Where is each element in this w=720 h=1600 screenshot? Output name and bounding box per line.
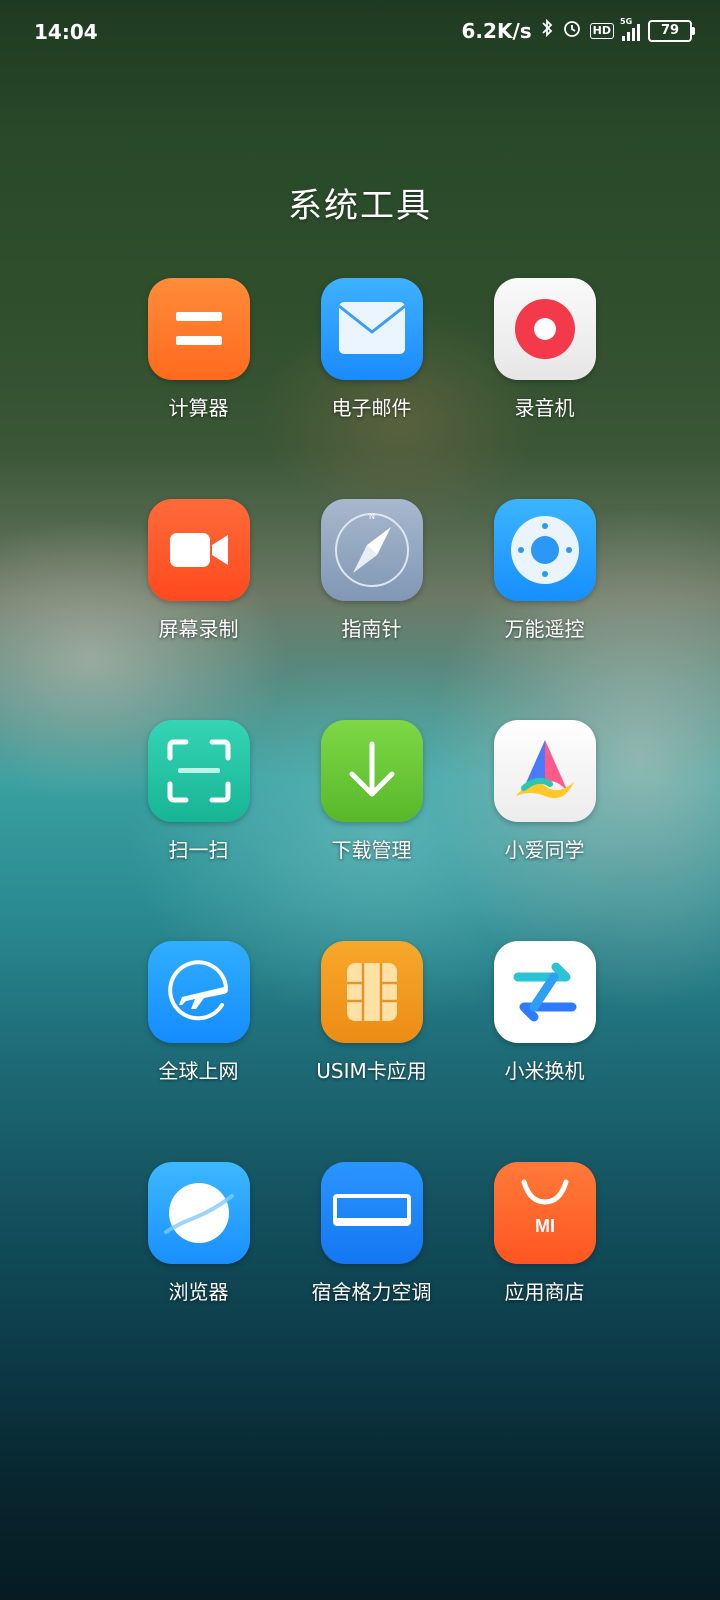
- status-bar: 14:04 6.2K/s HD 5G 79: [0, 0, 720, 64]
- app-grid: 计算器 电子邮件 录音机 屏幕录制 N 指南针 万能遥控 扫一扫 下载管理 小爱…: [112, 278, 632, 1383]
- app-label: 宿舍格力空调: [311, 1280, 432, 1304]
- mi-mover-icon: [493, 941, 596, 1043]
- alarm-icon: [562, 18, 582, 43]
- app-label: 小米换机: [504, 1059, 585, 1083]
- sim-card-icon: [320, 941, 423, 1043]
- mi-logo-text: MI: [535, 1216, 555, 1236]
- app-store-icon: MI: [493, 1162, 596, 1264]
- app-label: 下载管理: [331, 838, 412, 862]
- app-air-conditioner[interactable]: 宿舍格力空调: [285, 1162, 458, 1383]
- download-icon: [320, 720, 423, 822]
- app-xiaoai[interactable]: 小爱同学: [458, 720, 631, 941]
- app-browser[interactable]: 浏览器: [112, 1162, 285, 1383]
- folder-title[interactable]: 系统工具: [0, 178, 720, 227]
- browser-icon: [147, 1162, 250, 1264]
- app-store[interactable]: MI 应用商店: [458, 1162, 631, 1383]
- compass-icon: N: [320, 499, 423, 601]
- app-usim[interactable]: USIM卡应用: [285, 941, 458, 1162]
- app-label: 应用商店: [504, 1280, 585, 1304]
- app-calculator[interactable]: 计算器: [112, 278, 285, 499]
- air-conditioner-icon: [320, 1162, 423, 1264]
- cellular-signal-icon: 5G: [620, 17, 640, 41]
- scanner-icon: [147, 720, 250, 822]
- app-email[interactable]: 电子邮件: [285, 278, 458, 499]
- app-label: 万能遥控: [504, 617, 585, 641]
- app-label: USIM卡应用: [316, 1059, 427, 1083]
- app-label: 屏幕录制: [158, 617, 239, 641]
- network-type-label: 5G: [620, 16, 633, 26]
- app-label: 浏览器: [168, 1280, 229, 1304]
- xiaoai-icon: [493, 720, 596, 822]
- status-indicators: 6.2K/s HD 5G 79: [461, 17, 695, 43]
- remote-control-icon: [493, 499, 596, 601]
- app-screen-record[interactable]: 屏幕录制: [112, 499, 285, 720]
- app-mi-mover[interactable]: 小米换机: [458, 941, 631, 1162]
- hd-voice-icon: HD: [589, 22, 614, 39]
- app-global-data[interactable]: 全球上网: [112, 941, 285, 1162]
- app-remote-control[interactable]: 万能遥控: [458, 499, 631, 720]
- svg-text:N: N: [369, 512, 375, 521]
- app-label: 扫一扫: [168, 838, 229, 862]
- recorder-icon: [493, 278, 596, 380]
- status-time: 14:04: [34, 20, 98, 44]
- bluetooth-icon: [540, 18, 554, 43]
- calculator-icon: [147, 278, 250, 380]
- battery-level: 79: [660, 22, 680, 38]
- global-data-icon: [147, 941, 250, 1043]
- battery-icon: 79: [648, 19, 695, 42]
- app-label: 电子邮件: [331, 396, 412, 420]
- app-label: 小爱同学: [504, 838, 585, 862]
- app-recorder[interactable]: 录音机: [458, 278, 631, 499]
- app-compass[interactable]: N 指南针: [285, 499, 458, 720]
- app-label: 指南针: [341, 617, 402, 641]
- app-label: 录音机: [514, 396, 575, 420]
- app-label: 全球上网: [158, 1059, 239, 1083]
- app-download-manager[interactable]: 下载管理: [285, 720, 458, 941]
- network-speed: 6.2K/s: [461, 18, 532, 43]
- app-scanner[interactable]: 扫一扫: [112, 720, 285, 941]
- mail-icon: [320, 278, 423, 380]
- app-label: 计算器: [168, 396, 229, 420]
- screen-record-icon: [147, 499, 250, 601]
